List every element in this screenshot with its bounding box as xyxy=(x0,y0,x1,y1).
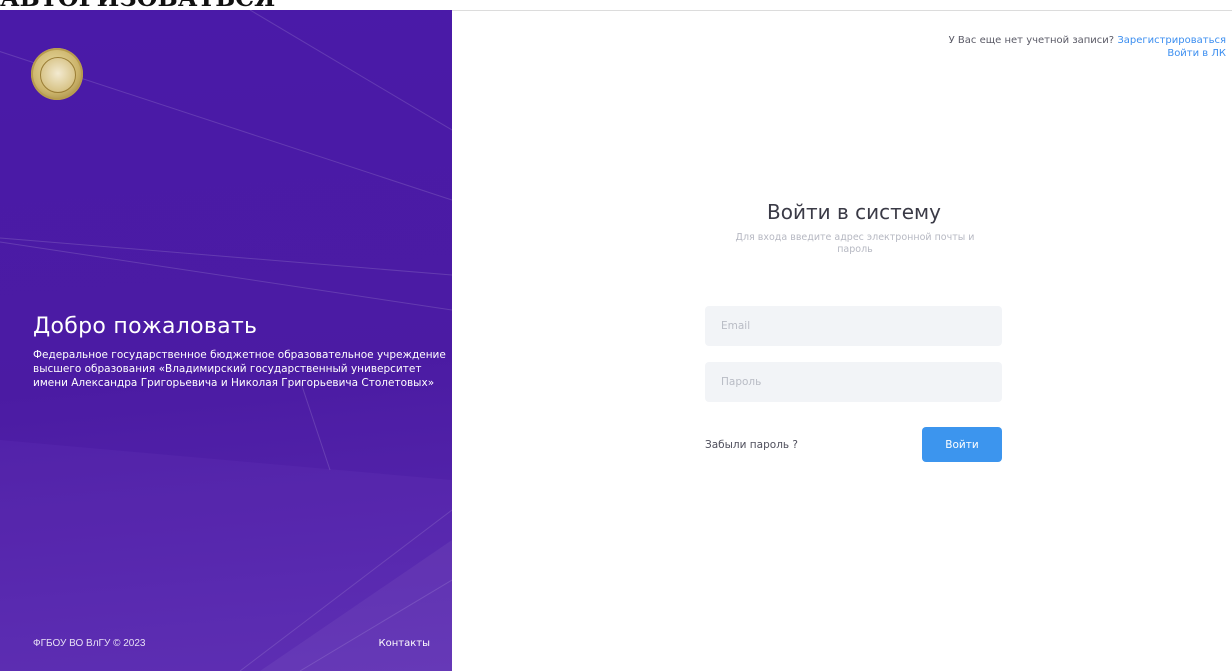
email-field[interactable] xyxy=(705,306,1002,346)
university-seal-logo xyxy=(31,48,83,100)
contacts-link[interactable]: Контакты xyxy=(379,638,430,649)
page-top-heading: АВТОРИЗОВАТЬСЯ xyxy=(0,0,600,10)
account-links: У Вас еще нет учетной записи? Зарегистри… xyxy=(949,34,1226,60)
top-divider xyxy=(452,10,1232,11)
register-line: У Вас еще нет учетной записи? Зарегистри… xyxy=(949,34,1226,47)
background-lines xyxy=(0,10,452,671)
login-subtitle: Для входа введите адрес электронной почт… xyxy=(735,232,975,255)
password-field[interactable] xyxy=(705,362,1002,402)
welcome-panel: Добро пожаловать Федеральное государстве… xyxy=(0,10,452,671)
login-button[interactable]: Войти xyxy=(922,427,1002,462)
copyright-text: ФГБОУ ВО ВлГУ © 2023 xyxy=(33,638,146,649)
seal-emblem-icon xyxy=(40,57,76,93)
welcome-title: Добро пожаловать xyxy=(33,314,258,339)
register-link[interactable]: Зарегистрироваться xyxy=(1117,35,1226,46)
login-title: Войти в систему xyxy=(767,200,941,224)
lk-login-line: Войти в ЛК xyxy=(949,47,1226,60)
lk-login-link[interactable]: Войти в ЛК xyxy=(1167,48,1226,59)
no-account-text: У Вас еще нет учетной записи? xyxy=(948,35,1115,46)
university-description: Федеральное государственное бюджетное об… xyxy=(33,349,446,389)
forgot-password-link[interactable]: Забыли пароль ? xyxy=(705,439,798,451)
